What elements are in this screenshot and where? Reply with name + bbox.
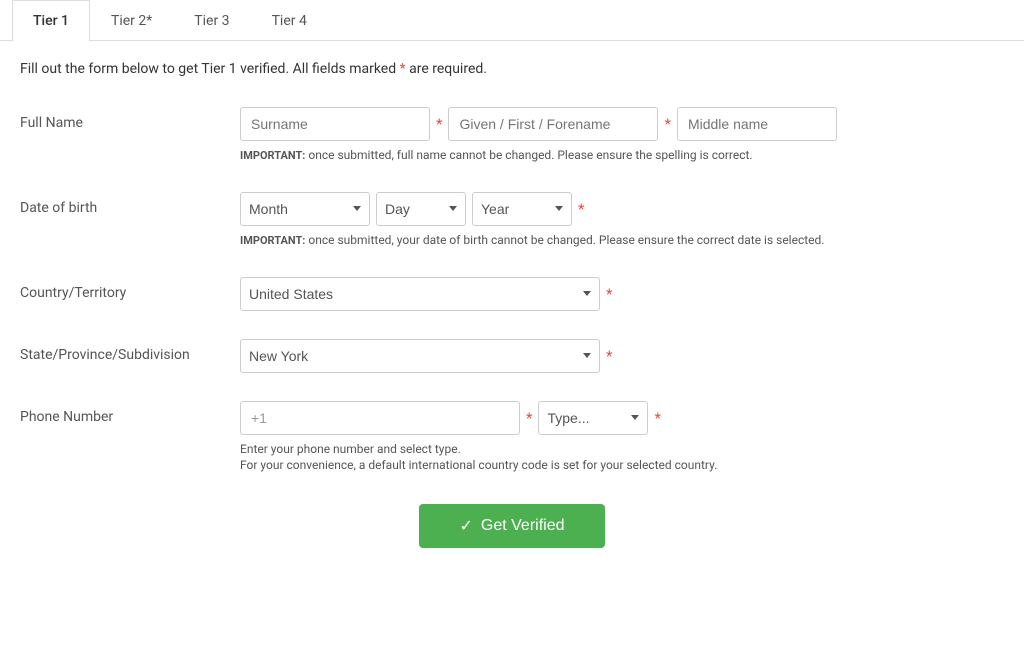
tab-tier4[interactable]: Tier 4 <box>251 0 328 41</box>
tabs-bar: Tier 1 Tier 2* Tier 3 Tier 4 <box>0 0 1024 41</box>
phone-input[interactable] <box>240 401 520 435</box>
dob-label: Date of birth <box>20 192 240 216</box>
middle-name-input[interactable] <box>677 107 837 141</box>
phone-type-required: * <box>654 401 660 435</box>
full-name-note-text: once submitted, full name cannot be chan… <box>305 148 752 162</box>
state-group: State/Province/Subdivision New York Cali… <box>20 339 1004 373</box>
full-name-note: IMPORTANT: once submitted, full name can… <box>240 147 1004 164</box>
intro-end: are required. <box>406 61 487 77</box>
day-select[interactable]: Day <box>376 192 466 226</box>
page-container: Tier 1 Tier 2* Tier 3 Tier 4 Fill out th… <box>0 0 1024 578</box>
intro-tier: Tier 1 <box>201 61 236 77</box>
dob-required: * <box>578 192 584 226</box>
full-name-group: Full Name * * IMPORTANT: once submitted,… <box>20 107 1004 164</box>
full-name-fields: * * IMPORTANT: once submitted, full name… <box>240 107 1004 164</box>
country-select[interactable]: United States Canada United Kingdom Aust… <box>240 277 600 311</box>
dob-note: IMPORTANT: once submitted, your date of … <box>240 232 1004 249</box>
form-content: Fill out the form below to get Tier 1 ve… <box>0 41 1024 578</box>
surname-required: * <box>436 107 442 141</box>
country-group: Country/Territory United States Canada U… <box>20 277 1004 311</box>
phone-group: Phone Number * Type... Mobile Home Work … <box>20 401 1004 475</box>
dob-note-strong: IMPORTANT: <box>240 234 305 247</box>
phone-type-select[interactable]: Type... Mobile Home Work <box>538 401 648 435</box>
intro-text: Fill out the form below to get Tier 1 ve… <box>20 61 1004 77</box>
country-label: Country/Territory <box>20 277 240 301</box>
phone-label: Phone Number <box>20 401 240 425</box>
state-row: New York California Texas Florida * <box>240 339 1004 373</box>
submit-label: Get Verified <box>481 517 565 535</box>
country-fields: United States Canada United Kingdom Aust… <box>240 277 1004 311</box>
tab-tier1[interactable]: Tier 1 <box>12 0 90 41</box>
intro-after: verified. All fields marked <box>237 61 400 77</box>
state-fields: New York California Texas Florida * <box>240 339 1004 373</box>
country-required: * <box>606 277 612 311</box>
year-select[interactable]: Year <box>472 192 572 226</box>
state-required: * <box>606 339 612 373</box>
dob-note-text: once submitted, your date of birth canno… <box>305 233 824 247</box>
dob-row: Month JanuaryFebruaryMarch AprilMayJune … <box>240 192 1004 226</box>
full-name-note-strong: IMPORTANT: <box>240 149 305 162</box>
phone-row: * Type... Mobile Home Work * <box>240 401 1004 435</box>
given-required: * <box>664 107 670 141</box>
month-select[interactable]: Month JanuaryFebruaryMarch AprilMayJune … <box>240 192 370 226</box>
phone-note-line1: Enter your phone number and select type. <box>240 442 461 456</box>
checkmark-icon: ✓ <box>459 516 472 536</box>
given-name-input[interactable] <box>448 107 658 141</box>
tab-tier3[interactable]: Tier 3 <box>173 0 250 41</box>
state-label: State/Province/Subdivision <box>20 339 240 363</box>
phone-note-line2: For your convenience, a default internat… <box>240 458 717 472</box>
country-row: United States Canada United Kingdom Aust… <box>240 277 1004 311</box>
dob-group: Date of birth Month JanuaryFebruaryMarch… <box>20 192 1004 249</box>
tab-tier2[interactable]: Tier 2* <box>90 0 173 41</box>
phone-fields: * Type... Mobile Home Work * Enter your … <box>240 401 1004 475</box>
phone-note: Enter your phone number and select type.… <box>240 441 1004 475</box>
submit-row: ✓ Get Verified <box>20 504 1004 548</box>
dob-fields: Month JanuaryFebruaryMarch AprilMayJune … <box>240 192 1004 249</box>
full-name-row: * * <box>240 107 1004 141</box>
surname-input[interactable] <box>240 107 430 141</box>
full-name-label: Full Name <box>20 107 240 131</box>
state-select[interactable]: New York California Texas Florida <box>240 339 600 373</box>
phone-required: * <box>526 401 532 435</box>
intro-before: Fill out the form below to get <box>20 61 201 77</box>
get-verified-button[interactable]: ✓ Get Verified <box>419 504 604 548</box>
